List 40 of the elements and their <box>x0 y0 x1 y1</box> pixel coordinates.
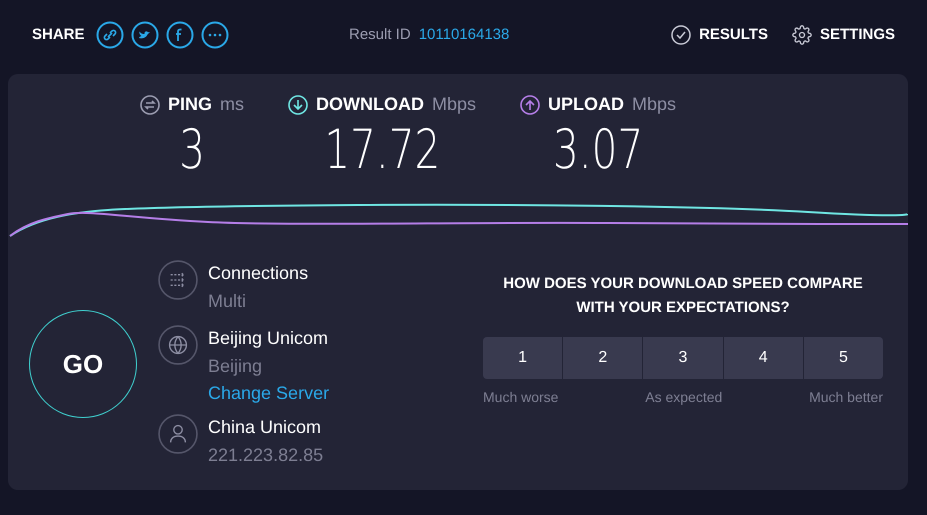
info-title: Beijing Unicom <box>208 327 330 350</box>
info-subtitle: 221.223.82.85 <box>208 444 324 467</box>
change-server-link[interactable]: Change Server <box>208 381 330 405</box>
facebook-icon[interactable] <box>166 21 194 49</box>
rating-option[interactable]: 2 <box>563 337 642 379</box>
metric-value: 17.72 <box>324 118 440 182</box>
go-button[interactable]: GO <box>29 310 137 418</box>
info-title: Connections <box>208 262 308 285</box>
metric-unit: Mbps <box>632 93 676 116</box>
nav-button[interactable]: SETTINGS <box>820 24 895 46</box>
check-circle-icon <box>671 25 692 45</box>
scale-label: Much worse <box>483 388 558 407</box>
result-id-label: Result ID <box>349 24 411 45</box>
metric-label: DOWNLOAD <box>316 93 424 116</box>
share-label: SHARE <box>32 24 85 45</box>
metric-unit: Mbps <box>432 93 476 116</box>
scale-label: As expected <box>645 388 722 407</box>
person-icon <box>158 414 198 454</box>
rating-option[interactable]: 4 <box>724 337 803 379</box>
metric-value: 3.07 <box>552 118 644 182</box>
arrows-icon <box>158 260 198 300</box>
survey-question: HOW DOES YOUR DOWNLOAD SPEED COMPARE WITH YOUR EXPECTATIONS? <box>502 274 864 318</box>
link-icon[interactable] <box>96 21 124 49</box>
globe-icon <box>158 325 198 365</box>
metric-label: UPLOAD <box>548 93 624 116</box>
rating-option[interactable]: 5 <box>804 337 883 379</box>
metric-unit: ms <box>220 93 244 116</box>
info-subtitle: Beijing <box>208 355 264 378</box>
scale-label: Much better <box>809 388 883 407</box>
metric-value: 3 <box>179 118 205 182</box>
bird-icon[interactable] <box>130 21 159 49</box>
metric-label: PING <box>168 93 212 116</box>
more-icon[interactable] <box>200 21 229 49</box>
rating-option[interactable]: 1 <box>483 337 562 379</box>
info-subtitle: Multi <box>208 290 248 313</box>
info-title: China Unicom <box>208 416 322 439</box>
rating-option[interactable]: 3 <box>643 337 723 379</box>
settings-icon <box>792 25 812 45</box>
result-id-link[interactable]: 10110164138 <box>418 24 510 46</box>
nav-button[interactable]: RESULTS <box>699 24 768 46</box>
